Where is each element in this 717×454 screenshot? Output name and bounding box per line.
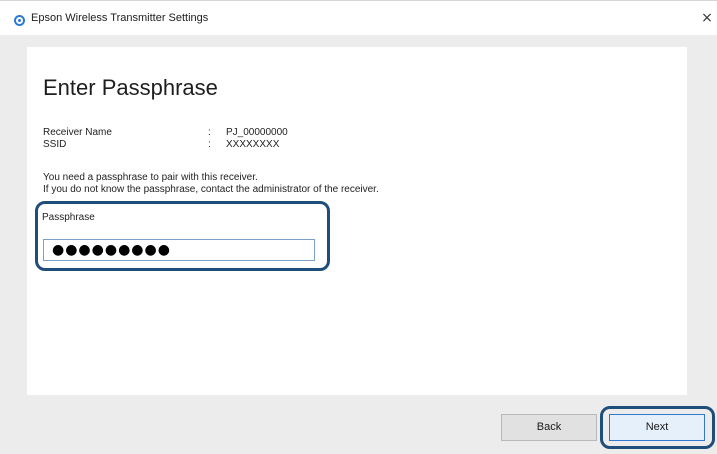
back-button[interactable]: Back (501, 414, 597, 441)
receiver-name-label: Receiver Name (43, 127, 112, 138)
close-icon[interactable]: × (700, 9, 714, 27)
title-bar: Epson Wireless Transmitter Settings × (0, 1, 717, 35)
receiver-name-value: PJ_00000000 (226, 127, 288, 138)
ssid-value: XXXXXXXX (226, 139, 280, 150)
passphrase-input[interactable] (43, 239, 315, 261)
page-title: Enter Passphrase (43, 75, 218, 100)
window-title: Epson Wireless Transmitter Settings (31, 12, 209, 24)
ssid-separator: : (208, 139, 211, 150)
instruction-text-2: If you do not know the passphrase, conta… (43, 184, 379, 195)
receiver-name-separator: : (208, 127, 211, 138)
ssid-label: SSID (43, 139, 67, 150)
dialog-window: Epson Wireless Transmitter Settings × En… (0, 0, 717, 454)
passphrase-label: Passphrase (42, 212, 95, 223)
epson-app-icon (14, 15, 25, 26)
instruction-text-1: You need a passphrase to pair with this … (43, 172, 258, 183)
next-button[interactable]: Next (609, 414, 705, 441)
